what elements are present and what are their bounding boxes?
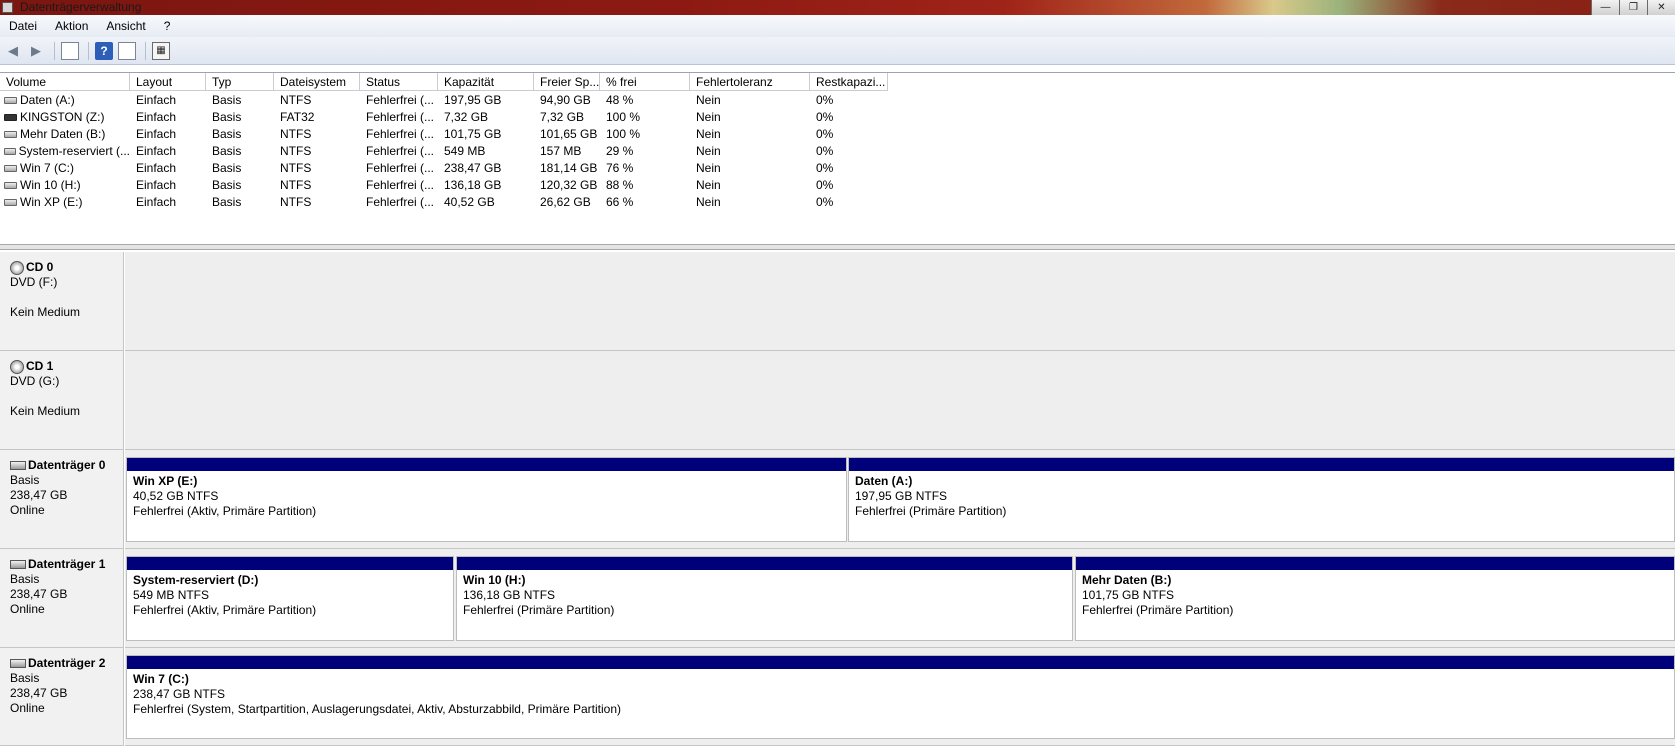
column-header-restkapazitaet[interactable]: Restkapazi... xyxy=(810,73,888,91)
disk-label-disk2[interactable]: Datenträger 2 Basis 238,47 GB Online xyxy=(0,648,124,746)
column-header-layout[interactable]: Layout xyxy=(130,73,206,91)
disk-management-app-icon xyxy=(2,2,13,13)
disk-row-disk0: Datenträger 0 Basis 238,47 GB Online Win… xyxy=(0,450,1675,549)
partition-bar xyxy=(457,557,1072,570)
volume-icon xyxy=(4,182,17,189)
cd-drive-icon xyxy=(10,359,24,374)
forward-arrow-icon[interactable]: ▶ xyxy=(27,42,45,60)
toolbar-separator xyxy=(145,41,146,60)
table-row[interactable]: KINGSTON (Z:) Einfach Basis FAT32 Fehler… xyxy=(0,109,888,126)
partition-bar xyxy=(127,656,1674,669)
table-row[interactable]: Win 7 (C:) Einfach Basis NTFS Fehlerfrei… xyxy=(0,160,888,177)
disk-row-cd1: CD 1 DVD (G:) Kein Medium xyxy=(0,351,1675,450)
toolbar: ◀ ▶ ? ▦ xyxy=(0,37,1675,65)
disk-row-disk2: Datenträger 2 Basis 238,47 GB Online Win… xyxy=(0,648,1675,746)
column-header-kapazitaet[interactable]: Kapazität xyxy=(438,73,534,91)
volume-icon xyxy=(4,148,16,155)
table-row[interactable]: Daten (A:) Einfach Basis NTFS Fehlerfrei… xyxy=(0,92,888,109)
toolbar-separator xyxy=(54,41,55,60)
show-hide-tree-icon[interactable] xyxy=(61,41,79,60)
close-button[interactable]: ✕ xyxy=(1647,0,1675,15)
column-header-fehlertoleranz[interactable]: Fehlertoleranz xyxy=(690,73,810,91)
usb-drive-icon xyxy=(4,114,17,121)
column-header-status[interactable]: Status xyxy=(360,73,438,91)
disk-area-disk1: System-reserviert (D:) 549 MB NTFS Fehle… xyxy=(125,549,1675,648)
disk-area-disk0: Win XP (E:) 40,52 GB NTFS Fehlerfrei (Ak… xyxy=(125,450,1675,549)
column-header-dateisystem[interactable]: Dateisystem xyxy=(274,73,360,91)
partition-win-xp[interactable]: Win XP (E:) 40,52 GB NTFS Fehlerfrei (Ak… xyxy=(126,457,847,542)
partition-system-reserviert[interactable]: System-reserviert (D:) 549 MB NTFS Fehle… xyxy=(126,556,454,641)
hard-disk-icon xyxy=(10,461,26,470)
volume-list-header: Volume Layout Typ Dateisystem Status Kap… xyxy=(0,73,888,91)
cd-drive-icon xyxy=(10,260,24,275)
partition-win-7[interactable]: Win 7 (C:) 238,47 GB NTFS Fehlerfrei (Sy… xyxy=(126,655,1675,739)
disk-label-cd0[interactable]: CD 0 DVD (F:) Kein Medium xyxy=(0,252,124,351)
volume-list-rows: Daten (A:) Einfach Basis NTFS Fehlerfrei… xyxy=(0,92,888,211)
toolbar-separator xyxy=(88,41,89,60)
disk-row-disk1: Datenträger 1 Basis 238,47 GB Online Sys… xyxy=(0,549,1675,648)
table-row[interactable]: Win XP (E:) Einfach Basis NTFS Fehlerfre… xyxy=(0,194,888,211)
title-bar: Datenträgerverwaltung — ❐ ✕ xyxy=(0,0,1675,15)
table-row[interactable]: Mehr Daten (B:) Einfach Basis NTFS Fehle… xyxy=(0,126,888,143)
properties-icon[interactable]: ▦ xyxy=(152,41,170,60)
disk-label-disk0[interactable]: Datenträger 0 Basis 238,47 GB Online xyxy=(0,450,124,549)
disk-area-cd1[interactable] xyxy=(125,351,1675,450)
column-header-prozent-frei[interactable]: % frei xyxy=(600,73,690,91)
graphical-disk-view: CD 0 DVD (F:) Kein Medium CD 1 DVD (G:) … xyxy=(0,250,1675,746)
disk-row-cd0: CD 0 DVD (F:) Kein Medium xyxy=(0,252,1675,351)
menu-bar: Datei Aktion Ansicht ? xyxy=(0,15,1675,37)
volume-icon xyxy=(4,131,17,138)
window-title: Datenträgerverwaltung xyxy=(20,0,142,14)
partition-bar xyxy=(127,458,846,471)
column-header-volume[interactable]: Volume xyxy=(0,73,130,91)
minimize-button[interactable]: — xyxy=(1591,0,1619,15)
menu-ansicht[interactable]: Ansicht xyxy=(106,19,145,33)
partition-daten[interactable]: Daten (A:) 197,95 GB NTFS Fehlerfrei (Pr… xyxy=(848,457,1675,542)
volume-icon xyxy=(4,97,17,104)
volume-list[interactable]: Volume Layout Typ Dateisystem Status Kap… xyxy=(0,72,1675,244)
disk-area-cd0[interactable] xyxy=(125,252,1675,351)
disk-label-disk1[interactable]: Datenträger 1 Basis 238,47 GB Online xyxy=(0,549,124,648)
maximize-button[interactable]: ❐ xyxy=(1619,0,1647,15)
column-header-typ[interactable]: Typ xyxy=(206,73,274,91)
partition-bar xyxy=(127,557,453,570)
table-row[interactable]: System-reserviert (... Einfach Basis NTF… xyxy=(0,143,888,160)
disk-label-cd1[interactable]: CD 1 DVD (G:) Kein Medium xyxy=(0,351,124,450)
hard-disk-icon xyxy=(10,560,26,569)
partition-mehr-daten[interactable]: Mehr Daten (B:) 101,75 GB NTFS Fehlerfre… xyxy=(1075,556,1675,641)
partition-bar xyxy=(1076,557,1674,570)
hard-disk-icon xyxy=(10,659,26,668)
volume-icon xyxy=(4,199,17,206)
menu-datei[interactable]: Datei xyxy=(9,19,37,33)
menu-aktion[interactable]: Aktion xyxy=(55,19,88,33)
disk-area-disk2: Win 7 (C:) 238,47 GB NTFS Fehlerfrei (Sy… xyxy=(125,648,1675,746)
volume-icon xyxy=(4,165,17,172)
column-header-freier-speicher[interactable]: Freier Sp... xyxy=(534,73,600,91)
help-icon[interactable]: ? xyxy=(95,41,113,60)
partition-bar xyxy=(849,458,1674,471)
back-arrow-icon[interactable]: ◀ xyxy=(4,42,22,60)
partition-win-10[interactable]: Win 10 (H:) 136,18 GB NTFS Fehlerfrei (P… xyxy=(456,556,1073,641)
console-view-icon[interactable] xyxy=(118,41,136,60)
menu-help[interactable]: ? xyxy=(164,19,171,33)
window-controls: — ❐ ✕ xyxy=(1591,0,1675,15)
table-row[interactable]: Win 10 (H:) Einfach Basis NTFS Fehlerfre… xyxy=(0,177,888,194)
